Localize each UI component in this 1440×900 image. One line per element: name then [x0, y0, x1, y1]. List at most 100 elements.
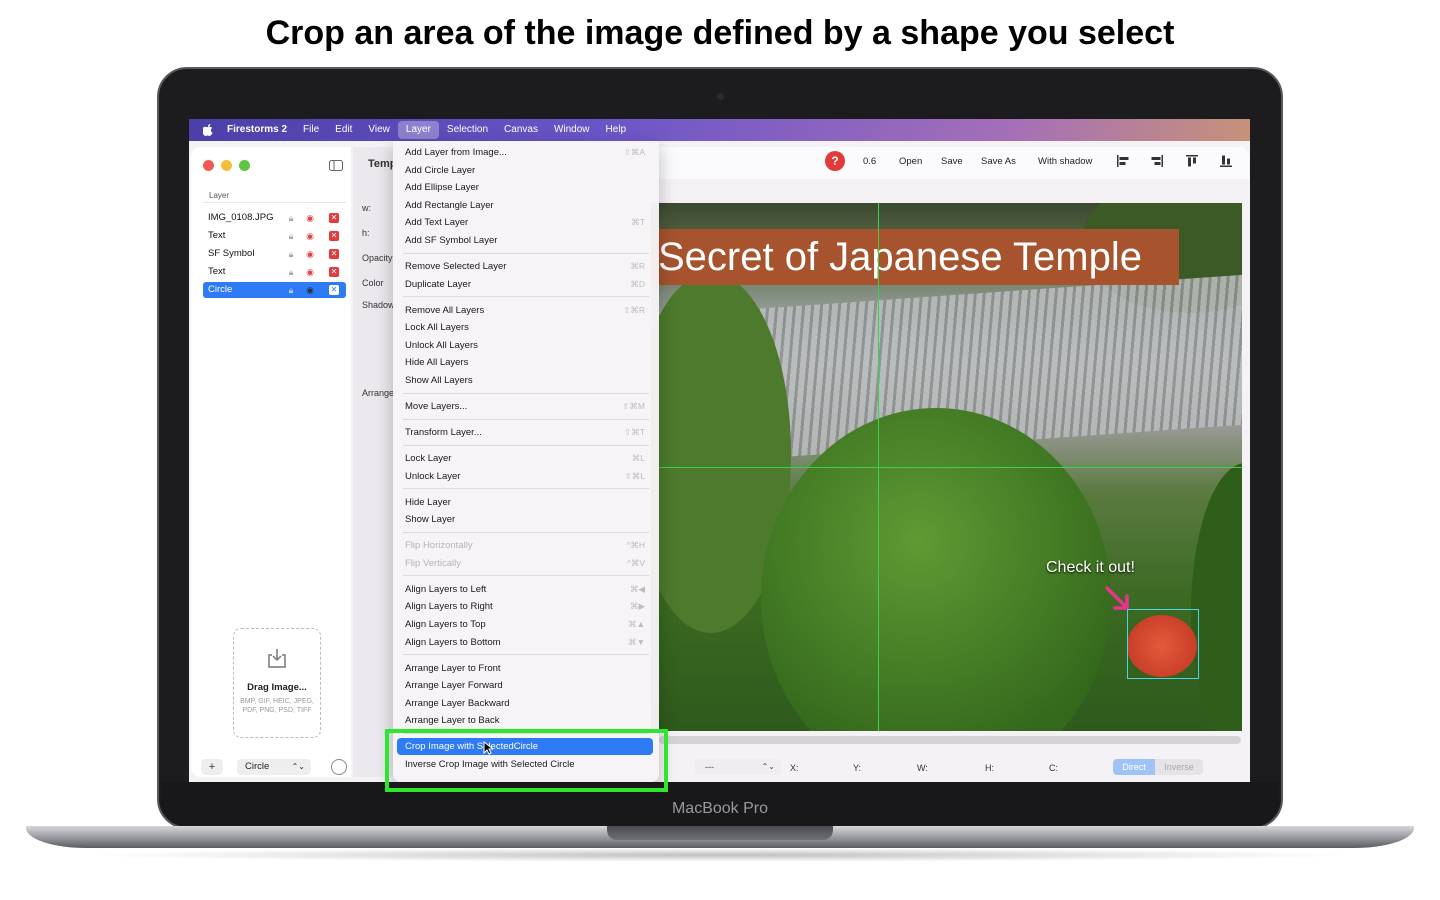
delete-layer-icon[interactable]: ✕ [329, 267, 339, 277]
menu-item[interactable]: Lock All Layers [397, 319, 653, 336]
delete-layer-icon[interactable]: ✕ [329, 213, 339, 223]
delete-layer-icon[interactable]: ✕ [329, 285, 339, 295]
menu-item[interactable]: Unlock Layer ⇧⌘L [397, 468, 653, 485]
segment-inverse[interactable]: Inverse [1155, 759, 1203, 775]
minimize-window-button[interactable] [221, 160, 232, 171]
add-layer-button[interactable]: + [201, 759, 223, 775]
align-left-icon[interactable] [1116, 154, 1130, 168]
menu-item[interactable]: Arrange Layer to Back [397, 712, 653, 729]
eye-icon[interactable]: ◉ [305, 231, 315, 241]
menu-item[interactable]: Align Layers to Top ⌘▲ [397, 616, 653, 633]
layer-row-selected[interactable]: Circle 🔒︎ ◉ ✕ [203, 282, 346, 298]
menu-item[interactable]: Add Circle Layer [397, 162, 653, 179]
layer-row[interactable]: Text 🔒︎ ◉ ✕ [203, 264, 346, 280]
menu-window[interactable]: Window [546, 121, 598, 139]
screen: Firestorms 2 File Edit View Layer Select… [189, 119, 1250, 782]
menu-canvas[interactable]: Canvas [496, 121, 546, 139]
gear-icon[interactable] [331, 759, 347, 775]
menu-item[interactable]: Unlock All Layers [397, 337, 653, 354]
with-shadow-button[interactable]: With shadow [1038, 156, 1092, 167]
menu-item-label: Add SF Symbol Layer [405, 235, 498, 246]
align-top-icon[interactable] [1185, 154, 1199, 168]
menu-item-label: Remove Selected Layer [405, 261, 507, 272]
layer-row[interactable]: SF Symbol 🔒︎ ◉ ✕ [203, 246, 346, 262]
menu-item-label: Lock Layer [405, 453, 452, 464]
menu-item: Flip Vertically ^⌘V [397, 555, 653, 572]
delete-layer-icon[interactable]: ✕ [329, 231, 339, 241]
height-label: h: [362, 228, 370, 238]
open-button[interactable]: Open [899, 156, 922, 167]
menu-item[interactable]: Align Layers to Left ⌘◀ [397, 581, 653, 598]
align-right-icon[interactable] [1150, 154, 1164, 168]
menu-item[interactable]: Arrange Layer Backward [397, 695, 653, 712]
menu-item[interactable]: Arrange Layer to Front [397, 660, 653, 677]
image-canvas[interactable]: Secret of Japanese Temple Check it out! [651, 203, 1242, 731]
crop-mode-segment: Direct Inverse [1113, 759, 1203, 775]
menu-item[interactable]: Arrange Layer Forward [397, 677, 653, 694]
segment-direct[interactable]: Direct [1113, 759, 1155, 775]
help-button[interactable]: ? [825, 151, 845, 171]
menu-item[interactable]: Hide All Layers [397, 354, 653, 371]
menu-item[interactable]: Add Layer from Image... ⇧⌘A [397, 144, 653, 161]
zoom-window-button[interactable] [239, 160, 250, 171]
menu-item[interactable]: Add SF Symbol Layer [397, 232, 653, 249]
menu-item[interactable]: Move Layers... ⇧⌘M [397, 398, 653, 415]
lock-icon[interactable]: 🔒︎ [286, 267, 296, 277]
layer-row[interactable]: Text 🔒︎ ◉ ✕ [203, 228, 346, 244]
menu-item[interactable]: Add Text Layer ⌘T [397, 214, 653, 231]
laptop-brand: MacBook Pro [671, 800, 769, 817]
menu-item[interactable]: Duplicate Layer ⌘D [397, 276, 653, 293]
menu-item[interactable]: Add Rectangle Layer [397, 197, 653, 214]
menu-item[interactable]: Hide Layer [397, 494, 653, 511]
highlight-frame [385, 729, 668, 792]
menu-item[interactable]: Add Ellipse Layer [397, 179, 653, 196]
lock-icon[interactable]: 🔒︎ [286, 285, 296, 295]
align-bottom-icon[interactable] [1219, 154, 1233, 168]
menu-selection[interactable]: Selection [439, 121, 496, 139]
camera [717, 93, 724, 100]
menu-item[interactable]: Align Layers to Right ⌘▶ [397, 598, 653, 615]
layer-row[interactable]: IMG_0108.JPG 🔒︎ ◉ ✕ [203, 210, 346, 226]
eye-icon[interactable]: ◉ [305, 285, 315, 295]
apple-icon[interactable] [203, 124, 213, 136]
delete-layer-icon[interactable]: ✕ [329, 249, 339, 259]
eye-icon[interactable]: ◉ [305, 213, 315, 223]
horizontal-scrollbar[interactable] [659, 736, 1241, 744]
sidebar-toggle-icon[interactable] [329, 160, 343, 171]
save-button[interactable]: Save [941, 156, 963, 167]
menu-item[interactable]: Remove Selected Layer ⌘R [397, 258, 653, 275]
selection-box[interactable] [1127, 609, 1199, 679]
menu-file[interactable]: File [295, 121, 327, 139]
menu-item-shortcut: ⇧⌘L [624, 470, 645, 481]
menu-item[interactable]: Show All Layers [397, 372, 653, 389]
image-dropzone[interactable]: Drag Image... BMP, GIF, HEIC, JPEG, PDF,… [233, 628, 321, 738]
zoom-value[interactable]: 0.6 [863, 156, 876, 167]
menu-help[interactable]: Help [598, 121, 635, 139]
menu-item[interactable]: Align Layers to Bottom ⌘▼ [397, 634, 653, 651]
layer-name: SF Symbol [208, 248, 255, 259]
eye-icon[interactable]: ◉ [305, 267, 315, 277]
eye-icon[interactable]: ◉ [305, 249, 315, 259]
close-window-button[interactable] [203, 160, 214, 171]
menu-item-label: Add Rectangle Layer [405, 199, 494, 211]
menu-separator [403, 252, 649, 254]
shape-combo[interactable]: --- ⌃⌄ [695, 759, 781, 775]
lock-icon[interactable]: 🔒︎ [286, 249, 296, 259]
menu-separator [403, 531, 649, 533]
lock-icon[interactable]: 🔒︎ [286, 231, 296, 241]
menu-item[interactable]: Show Layer [397, 511, 653, 528]
menu-item-label: Remove All Layers [405, 304, 485, 316]
menu-item[interactable]: Lock Layer ⌘L [397, 450, 653, 467]
menu-app-name[interactable]: Firestorms 2 [219, 121, 295, 139]
menu-item-label: Hide All Layers [405, 357, 469, 369]
menu-layer[interactable]: Layer [397, 121, 439, 139]
save-as-button[interactable]: Save As [981, 156, 1016, 167]
menu-edit[interactable]: Edit [327, 121, 360, 139]
dropzone-formats: BMP, GIF, HEIC, JPEG, PDF, PNG, PSD, TIF… [240, 698, 314, 714]
menu-item[interactable]: Remove All Layers ⇧⌘R [397, 302, 653, 319]
menu-item[interactable]: Transform Layer... ⇧⌘T [397, 424, 653, 441]
menu-view[interactable]: View [360, 121, 398, 139]
shape-select[interactable]: Circle ⌃⌄ [237, 759, 311, 775]
lock-icon[interactable]: 🔒︎ [286, 213, 296, 223]
menu-item-shortcut: ⌘▼ [628, 636, 645, 647]
